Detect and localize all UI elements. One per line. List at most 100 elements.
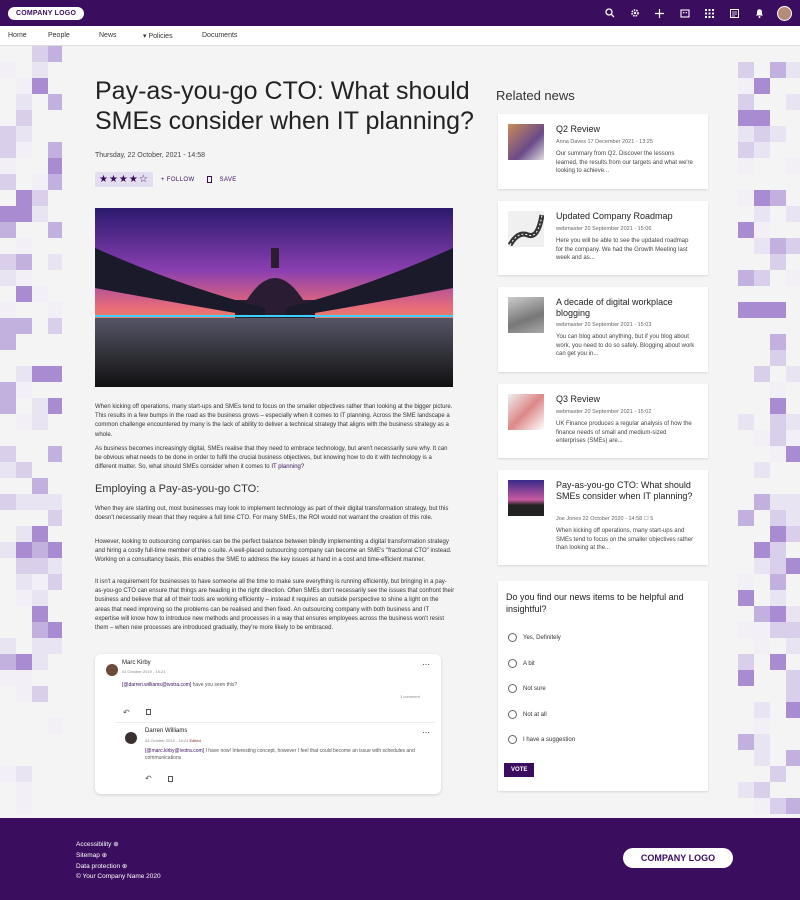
decorative-tile xyxy=(770,430,786,446)
reply-icon[interactable]: ↶ xyxy=(123,708,130,717)
related-card[interactable]: Q3 Review webmaster 20 September 2021 - … xyxy=(498,384,708,458)
footer-logo[interactable]: COMPANY LOGO xyxy=(623,848,733,868)
radio-button[interactable] xyxy=(508,659,517,668)
apps-grid-icon[interactable] xyxy=(702,6,717,21)
mention-link[interactable]: [@darren.williams@ivotra.com] xyxy=(122,682,191,688)
related-card[interactable]: Pay-as-you-go CTO: What should SMEs cons… xyxy=(498,470,708,565)
poll-option[interactable]: A bit xyxy=(508,659,535,668)
footer-data-protection-link[interactable]: Data protection ⊕ xyxy=(76,862,127,870)
vote-button[interactable]: VOTE xyxy=(504,763,535,777)
decorative-tile xyxy=(32,398,48,414)
edited-label: Edited xyxy=(189,738,201,743)
decorative-tile xyxy=(16,414,32,430)
footer-sitemap-link[interactable]: Sitemap ⊕ xyxy=(76,851,107,859)
bookmark-icon[interactable] xyxy=(146,709,151,715)
decorative-tile xyxy=(48,398,62,414)
card-thumbnail xyxy=(508,394,544,430)
poll-option[interactable]: I have a suggestion xyxy=(508,735,575,744)
article-actions: ★★★★☆ + FOLLOW SAVE xyxy=(95,172,237,187)
it-planning-link[interactable]: IT planning xyxy=(271,464,301,470)
decorative-tile xyxy=(0,302,16,318)
search-icon[interactable] xyxy=(602,6,617,21)
related-card[interactable]: Q2 Review Anna Daves 17 December 2021 - … xyxy=(498,114,708,189)
card-thumbnail xyxy=(508,297,544,333)
rating-stars[interactable]: ★★★★☆ xyxy=(95,172,153,187)
decorative-tile xyxy=(770,606,786,622)
bell-icon[interactable] xyxy=(752,6,767,21)
card-summary: Our summary from Q2. Discover the lesson… xyxy=(556,151,693,174)
article-paragraph-3: When they are starting out, most busines… xyxy=(95,506,449,522)
avatar[interactable] xyxy=(777,5,792,21)
decorative-tile xyxy=(16,526,32,542)
comment-author[interactable]: Marc Kirby xyxy=(122,660,151,666)
decorative-tile xyxy=(754,622,770,638)
decorative-tile xyxy=(32,286,48,302)
radio-button[interactable] xyxy=(508,633,517,642)
nav-news[interactable]: News xyxy=(99,32,117,39)
decorative-tile xyxy=(754,558,770,574)
decorative-tile xyxy=(0,766,16,782)
radio-button[interactable] xyxy=(508,710,517,719)
gear-icon[interactable] xyxy=(627,6,642,21)
decorative-tile xyxy=(754,302,770,318)
related-card[interactable]: A decade of digital workplace blogging w… xyxy=(498,287,708,372)
save-button[interactable]: SAVE xyxy=(220,177,237,183)
nav-documents[interactable]: Documents xyxy=(202,32,237,39)
nav-home[interactable]: Home xyxy=(8,32,27,39)
decorative-tile xyxy=(48,222,62,238)
card-title[interactable]: Pay-as-you-go CTO: What should SMEs cons… xyxy=(556,480,696,502)
company-logo[interactable]: COMPANY LOGO xyxy=(8,6,85,20)
building-icon[interactable] xyxy=(677,6,692,21)
decorative-tile xyxy=(786,750,800,766)
decorative-tile xyxy=(16,366,32,382)
footer-accessibility-link[interactable]: Accessibility ⊕ xyxy=(76,840,119,848)
mention-link[interactable]: [@marc.kirby@ivotra.com] xyxy=(145,748,204,754)
card-title[interactable]: Q3 Review xyxy=(556,394,696,405)
decorative-tile xyxy=(32,366,48,382)
decorative-tile xyxy=(738,78,754,94)
decorative-tile xyxy=(16,798,32,814)
card-summary: Here you will be able to see the updated… xyxy=(556,238,689,261)
poll-option[interactable]: Not at all xyxy=(508,710,547,719)
more-options-icon[interactable]: ⋯ xyxy=(422,660,430,669)
decorative-tile xyxy=(48,638,62,654)
decorative-tile xyxy=(32,686,48,702)
decorative-tile xyxy=(16,318,32,334)
poll-option-label: A bit xyxy=(523,660,535,667)
paragraph-text: ? xyxy=(300,464,305,471)
decorative-tile xyxy=(770,350,786,366)
card-summary: You can blog about anything, but if you … xyxy=(556,334,695,357)
decorative-tile xyxy=(754,734,770,750)
card-title[interactable]: A decade of digital workplace blogging xyxy=(556,297,696,319)
radio-button[interactable] xyxy=(508,684,517,693)
bookmark-icon[interactable] xyxy=(168,776,173,782)
decorative-tile xyxy=(754,110,770,126)
decorative-tile xyxy=(0,222,16,238)
decorative-tile xyxy=(738,654,754,670)
card-title[interactable]: Q2 Review xyxy=(556,124,696,135)
decorative-tile xyxy=(16,686,32,702)
poll-option[interactable]: Yes, Definitely xyxy=(508,633,561,642)
related-card[interactable]: Updated Company Roadmap webmaster 20 Sep… xyxy=(498,201,708,275)
plus-icon[interactable] xyxy=(652,6,667,21)
nav-policies[interactable]: ▾ Policies xyxy=(143,32,173,40)
reply-icon[interactable]: ↶ xyxy=(145,774,152,783)
decorative-tile xyxy=(786,686,800,702)
footer: Accessibility ⊕ Sitemap ⊕ Data protectio… xyxy=(0,818,800,900)
bookmark-icon[interactable] xyxy=(206,176,212,183)
radio-button[interactable] xyxy=(508,735,517,744)
decorative-tile xyxy=(16,206,32,222)
card-title[interactable]: Updated Company Roadmap xyxy=(556,211,696,222)
decorative-tile xyxy=(48,494,62,510)
poll-option[interactable]: Not sure xyxy=(508,684,546,693)
follow-button[interactable]: + FOLLOW xyxy=(161,177,195,183)
decorative-tile xyxy=(32,526,48,542)
decorative-tile xyxy=(786,414,800,430)
decorative-tile xyxy=(16,270,32,286)
more-options-icon[interactable]: ⋯ xyxy=(422,728,430,737)
news-icon[interactable] xyxy=(727,6,742,21)
nav-people[interactable]: People xyxy=(48,32,70,39)
decorative-tile xyxy=(754,190,770,206)
comment-author[interactable]: Darren Williams xyxy=(145,728,187,734)
comment-count[interactable]: 1 comment xyxy=(400,694,420,699)
